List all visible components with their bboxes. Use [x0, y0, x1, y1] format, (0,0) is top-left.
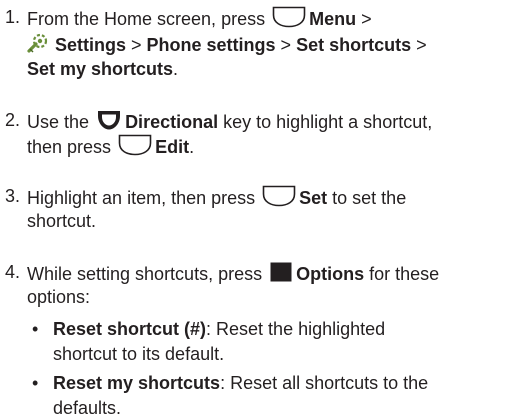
directional-key-icon	[96, 109, 122, 131]
step-4-number: 4.	[5, 262, 21, 282]
step-1-number: 1.	[5, 7, 21, 27]
bullet-1-line-2: shortcut to its default.	[53, 344, 225, 364]
settings-wrench-icon	[27, 32, 49, 54]
step-4-line-1: While setting shortcuts, press Options f…	[27, 261, 439, 285]
step-2-line-1: Use the Directional key to highlight a s…	[27, 109, 432, 133]
softkey-icon	[262, 185, 296, 207]
softkey-icon	[118, 134, 152, 156]
bullet-2-glyph: •	[32, 373, 39, 393]
bullet-1-line-1: Reset shortcut (#): Reset the highlighte…	[53, 319, 386, 339]
step-1-line-2: Settings > Phone settings > Set shortcut…	[27, 32, 427, 56]
bullet-2-line-2: defaults.	[53, 398, 122, 418]
step-2-line-2: then press Edit.	[27, 134, 194, 158]
step-2-number: 2.	[5, 110, 21, 130]
step-1-line-1: From the Home screen, press Menu >	[27, 6, 372, 30]
bullet-2-line-1: Reset my shortcuts: Reset all shortcuts …	[53, 373, 429, 393]
bullet-1-glyph: •	[32, 319, 39, 339]
options-key-icon	[269, 261, 293, 283]
step-1-line-3: Set my shortcuts.	[27, 59, 179, 79]
instruction-document: 1. From the Home screen, press Menu > Se…	[0, 0, 515, 418]
step-3-line-2: shortcut.	[27, 211, 97, 231]
step-3-number: 3.	[5, 186, 21, 206]
softkey-icon	[272, 6, 306, 28]
step-3-line-1: Highlight an item, then press Set to set…	[27, 185, 406, 209]
step-4-line-2: options:	[27, 287, 91, 307]
